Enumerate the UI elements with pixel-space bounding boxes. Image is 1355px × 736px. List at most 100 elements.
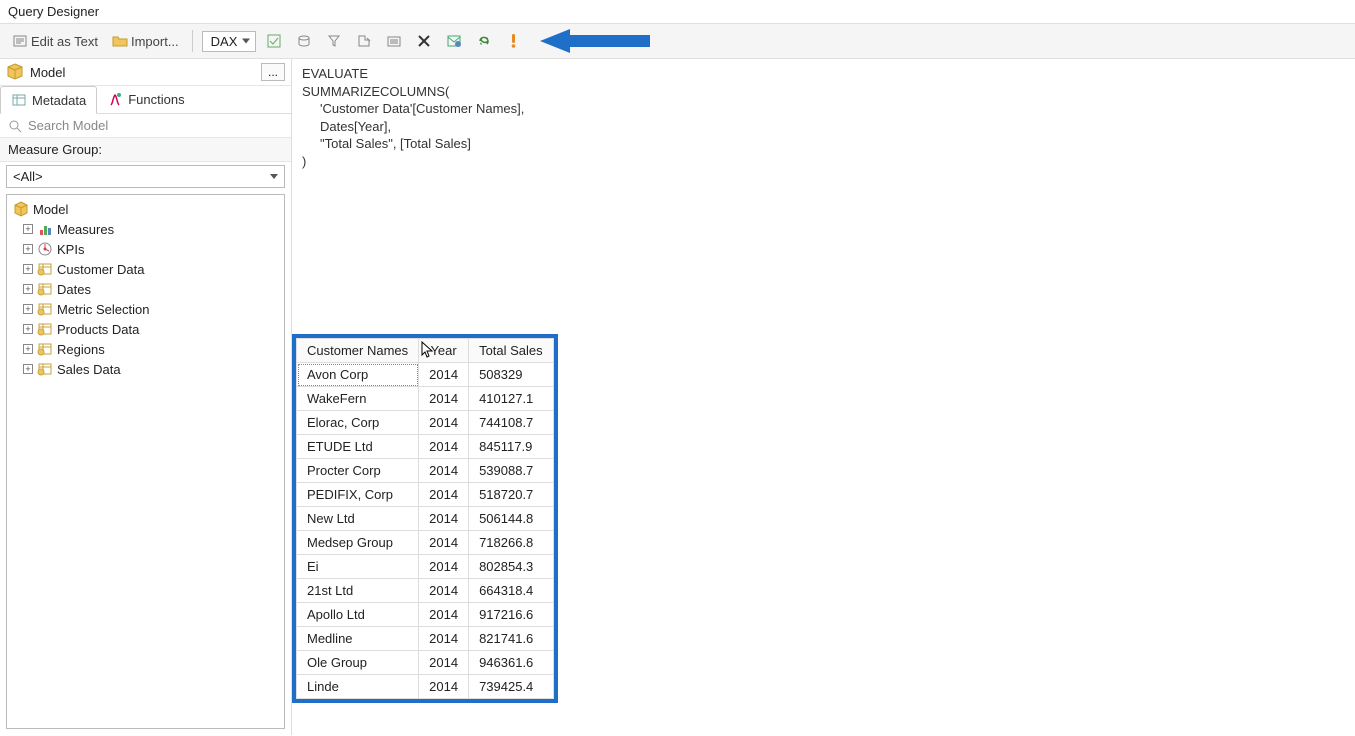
- expander-icon[interactable]: +: [23, 224, 33, 234]
- toolbar-icon-3[interactable]: [322, 31, 346, 51]
- tree-item[interactable]: +Regions: [9, 339, 282, 359]
- table-cell: 2014: [419, 387, 469, 411]
- expander-icon[interactable]: +: [23, 344, 33, 354]
- functions-icon: [107, 92, 123, 108]
- table-row[interactable]: Avon Corp2014508329: [297, 363, 554, 387]
- table-cell: 2014: [419, 459, 469, 483]
- warning-button[interactable]: [502, 31, 524, 51]
- table-row[interactable]: New Ltd2014506144.8: [297, 507, 554, 531]
- table-cell: Ole Group: [297, 651, 419, 675]
- table-cell: Avon Corp: [297, 363, 419, 387]
- sidebar: Model ... Metadata Functions Search Mode…: [0, 59, 292, 735]
- tree-item[interactable]: +Measures: [9, 219, 282, 239]
- import-button[interactable]: Import...: [108, 31, 183, 51]
- cube-icon: [6, 63, 24, 81]
- table-row[interactable]: WakeFern2014410127.1: [297, 387, 554, 411]
- result-table: Customer NamesYearTotal Sales Avon Corp2…: [296, 338, 554, 699]
- refresh-button[interactable]: [472, 31, 496, 51]
- expander-icon[interactable]: +: [23, 304, 33, 314]
- tree-item[interactable]: + Sales Data: [9, 359, 282, 379]
- measure-group-label: Measure Group:: [0, 137, 291, 162]
- tree-item[interactable]: +Metric Selection: [9, 299, 282, 319]
- window-title: Query Designer: [0, 0, 1355, 23]
- toolbar-icon-4[interactable]: [352, 31, 376, 51]
- tree-root-label: Model: [33, 202, 68, 217]
- query-text[interactable]: EVALUATE SUMMARIZECOLUMNS( 'Customer Dat…: [302, 65, 1345, 170]
- tree-item[interactable]: + Customer Data: [9, 259, 282, 279]
- tree-item[interactable]: + Products Data: [9, 319, 282, 339]
- table-row[interactable]: 21st Ltd2014664318.4: [297, 579, 554, 603]
- expander-icon[interactable]: +: [23, 364, 33, 374]
- measure-group-select[interactable]: <All>: [6, 165, 285, 188]
- tree-item-label: Customer Data: [57, 262, 144, 277]
- table-cell: 664318.4: [469, 579, 554, 603]
- table-cell: Elorac, Corp: [297, 411, 419, 435]
- search-icon: [8, 119, 22, 133]
- tree-item[interactable]: +KPIs: [9, 239, 282, 259]
- column-header[interactable]: Customer Names: [297, 339, 419, 363]
- toolbar-separator: [192, 30, 193, 52]
- table-cell: Medsep Group: [297, 531, 419, 555]
- toolbar-icon-1[interactable]: [262, 31, 286, 51]
- table-row[interactable]: Apollo Ltd2014917216.6: [297, 603, 554, 627]
- edit-as-text-button[interactable]: Edit as Text: [8, 31, 102, 51]
- table-cell: Medline: [297, 627, 419, 651]
- tab-metadata[interactable]: Metadata: [0, 86, 97, 114]
- cube-icon: [13, 201, 29, 217]
- table-cell: 2014: [419, 675, 469, 699]
- table-cell: 821741.6: [469, 627, 554, 651]
- table-cell: New Ltd: [297, 507, 419, 531]
- sidebar-tabs: Metadata Functions: [0, 86, 291, 114]
- cursor-icon: [421, 341, 435, 359]
- language-dropdown[interactable]: DAX: [202, 31, 257, 52]
- expander-icon[interactable]: +: [23, 264, 33, 274]
- table-cell: 21st Ltd: [297, 579, 419, 603]
- toolbar-icon-2[interactable]: [292, 31, 316, 51]
- tree-item[interactable]: +Dates: [9, 279, 282, 299]
- main-area: Model ... Metadata Functions Search Mode…: [0, 59, 1355, 735]
- toolbar-icon-5[interactable]: [382, 31, 406, 51]
- search-row[interactable]: Search Model: [0, 114, 291, 137]
- column-header[interactable]: Total Sales: [469, 339, 554, 363]
- table-row[interactable]: Ei2014802854.3: [297, 555, 554, 579]
- table-row[interactable]: Medline2014821741.6: [297, 627, 554, 651]
- table-cell: 508329: [469, 363, 554, 387]
- tab-functions[interactable]: Functions: [97, 86, 194, 113]
- model-tree[interactable]: Model +Measures+KPIs+Customer Data+Dates…: [6, 194, 285, 729]
- callout-arrow: [540, 29, 650, 53]
- tree-item-icon: [37, 301, 53, 317]
- table-cell: 946361.6: [469, 651, 554, 675]
- table-cell: 2014: [419, 651, 469, 675]
- model-ellipsis-button[interactable]: ...: [261, 63, 285, 81]
- table-row[interactable]: Procter Corp2014539088.7: [297, 459, 554, 483]
- tab-functions-label: Functions: [128, 92, 184, 107]
- table-cell: 2014: [419, 363, 469, 387]
- table-cell: 845117.9: [469, 435, 554, 459]
- column-header[interactable]: Year: [419, 339, 469, 363]
- table-row[interactable]: Elorac, Corp2014744108.7: [297, 411, 554, 435]
- expander-icon[interactable]: +: [23, 244, 33, 254]
- tree-item-label: Products Data: [57, 322, 139, 337]
- delete-button[interactable]: [412, 31, 436, 51]
- table-row[interactable]: PEDIFIX, Corp2014518720.7: [297, 483, 554, 507]
- toolbar-icon-mail[interactable]: [442, 31, 466, 51]
- table-row[interactable]: Medsep Group2014718266.8: [297, 531, 554, 555]
- table-row[interactable]: Ole Group2014946361.6: [297, 651, 554, 675]
- table-cell: Ei: [297, 555, 419, 579]
- table-row[interactable]: ETUDE Ltd2014845117.9: [297, 435, 554, 459]
- table-cell: Linde: [297, 675, 419, 699]
- table-cell: 2014: [419, 531, 469, 555]
- model-label: Model: [30, 65, 65, 80]
- model-header: Model ...: [0, 59, 291, 86]
- table-cell: 2014: [419, 507, 469, 531]
- measure-group-value: <All>: [13, 169, 43, 184]
- tree-item-label: Sales Data: [57, 362, 121, 377]
- tree-root[interactable]: Model: [9, 199, 282, 219]
- expander-icon[interactable]: +: [23, 284, 33, 294]
- table-row[interactable]: Linde2014739425.4: [297, 675, 554, 699]
- expander-icon[interactable]: +: [23, 324, 33, 334]
- chevron-down-icon: [270, 174, 278, 179]
- refresh-icon: [476, 33, 492, 49]
- x-icon: [416, 33, 432, 49]
- tree-item-icon: [37, 321, 53, 337]
